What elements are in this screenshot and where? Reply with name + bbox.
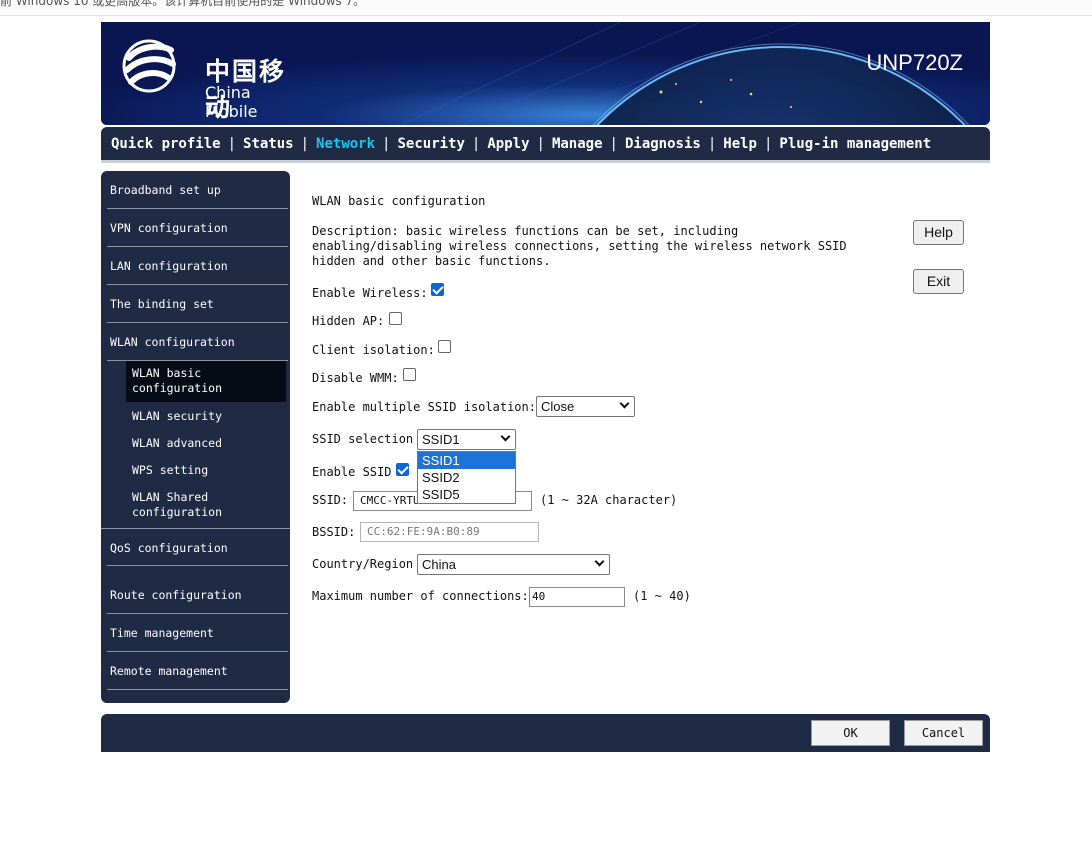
ssid-hint: (1 ~ 32A character)	[540, 493, 678, 507]
nav-item-help[interactable]: Help	[723, 136, 757, 152]
sidebar-sub-wlan-shared[interactable]: WLAN Shared configuration	[126, 490, 256, 520]
sidebar-item-time[interactable]: Time management	[101, 614, 290, 652]
chevron-down-icon	[500, 431, 511, 442]
disable-wmm-checkbox[interactable]	[403, 368, 416, 381]
nav-separator: |	[382, 135, 391, 152]
max-connections-input[interactable]: 40	[529, 587, 625, 607]
ok-button[interactable]: OK	[811, 720, 890, 746]
nav-item-apply[interactable]: Apply	[487, 136, 529, 152]
china-mobile-logo: 中国移动 China Mobile	[121, 36, 296, 122]
ssid-label: SSID:	[312, 493, 349, 507]
sidebar-item-wlan[interactable]: WLAN configuration	[101, 323, 290, 361]
device-model: UNP720Z	[866, 50, 963, 75]
nav-item-quick-profile[interactable]: Quick profile	[111, 136, 221, 152]
sidebar-sub-wps[interactable]: WPS setting	[126, 463, 286, 478]
sidebar-sub-wlan-advanced[interactable]: WLAN advanced	[126, 436, 286, 451]
hidden-ap-label: Hidden AP:	[312, 314, 385, 328]
max-connections-label: Maximum number of connections:	[312, 589, 529, 603]
sidebar-item-lan[interactable]: LAN configuration	[101, 247, 290, 285]
ssid-selection-select[interactable]: SSID1	[417, 429, 516, 450]
footer-bar: OK Cancel	[101, 714, 990, 752]
enable-ssid-label: Enable SSID	[312, 465, 392, 479]
sidebar-item-broadband[interactable]: Broadband set up	[101, 171, 290, 209]
nav-separator: |	[300, 135, 310, 152]
country-value: China	[422, 557, 456, 572]
cancel-button[interactable]: Cancel	[904, 720, 983, 746]
sidebar-item-binding[interactable]: The binding set	[101, 285, 290, 323]
china-mobile-emblem-icon	[122, 39, 176, 93]
browser-notice-text: 前 Windows 10 或更高版本。该计算机目前使用的是 Windows 7。	[0, 0, 366, 8]
sidebar-item-vpn[interactable]: VPN configuration	[101, 209, 290, 247]
nav-separator: |	[609, 135, 618, 152]
ssid-option-ssid1[interactable]: SSID1	[418, 452, 515, 469]
nav-item-security[interactable]: Security	[397, 136, 464, 152]
nav-separator: |	[471, 135, 481, 152]
sidebar-sub-wlan-basic[interactable]: WLAN basic configuration	[126, 361, 286, 402]
nav-item-manage[interactable]: Manage	[552, 136, 603, 152]
page-title: WLAN basic configuration	[312, 194, 486, 208]
bssid-label: BSSID:	[312, 525, 356, 539]
ssid-selection-value: SSID1	[422, 432, 460, 447]
ssid-selection-label: SSID selection	[312, 432, 414, 446]
main-navigation: Quick profile | Status | Network | Security | Ap…	[101, 127, 990, 163]
sidebar-item-remote[interactable]: Remote management	[101, 652, 290, 690]
ssid-option-ssid2[interactable]: SSID2	[418, 469, 515, 486]
country-label: Country/Region	[312, 557, 414, 571]
brand-name-en: China Mobile	[205, 83, 258, 121]
country-select[interactable]: China	[417, 554, 610, 575]
nav-item-network[interactable]: Network	[316, 136, 375, 152]
bssid-input: CC:62:FE:9A:B0:89	[360, 522, 539, 542]
ssid-isolation-value: Close	[541, 399, 575, 414]
ssid-isolation-label: Enable multiple SSID isolation:	[312, 400, 536, 414]
exit-button[interactable]: Exit	[913, 269, 964, 294]
ssid-isolation-select[interactable]: Close	[536, 396, 635, 417]
sidebar-item-route[interactable]: Route configuration	[101, 576, 290, 614]
chevron-down-icon	[594, 556, 605, 567]
nav-item-plug-in-management[interactable]: Plug-in management	[779, 136, 931, 152]
disable-wmm-label: Disable WMM:	[312, 371, 399, 385]
ssid-dropdown-list: SSID1 SSID2 SSID5	[417, 451, 516, 504]
sidebar-item-qos[interactable]: QoS configuration	[101, 528, 290, 566]
enable-ssid-checkbox[interactable]	[396, 463, 409, 476]
browser-notice-bar: 前 Windows 10 或更高版本。该计算机目前使用的是 Windows 7。	[0, 0, 1092, 16]
nav-item-diagnosis[interactable]: Diagnosis	[625, 136, 701, 152]
nav-separator: |	[536, 135, 545, 152]
client-isolation-label: Client isolation:	[312, 343, 435, 357]
header-banner: 中国移动 China Mobile UNP720Z	[101, 22, 990, 125]
enable-wireless-label: Enable Wireless:	[312, 286, 428, 300]
sidebar-sub-wlan-security[interactable]: WLAN security	[126, 409, 286, 424]
nav-separator: |	[227, 135, 237, 152]
hidden-ap-checkbox[interactable]	[389, 312, 402, 325]
chevron-down-icon	[619, 398, 630, 409]
help-button[interactable]: Help	[913, 220, 964, 245]
client-isolation-checkbox[interactable]	[438, 340, 451, 353]
nav-separator: |	[707, 135, 717, 152]
ssid-option-ssid5[interactable]: SSID5	[418, 486, 515, 503]
max-connections-hint: (1 ~ 40)	[633, 589, 691, 603]
nav-item-status[interactable]: Status	[243, 136, 294, 152]
nav-separator: |	[763, 135, 773, 152]
enable-wireless-checkbox[interactable]	[431, 283, 444, 296]
sidebar: Broadband set up VPN configuration LAN c…	[101, 171, 290, 703]
page-description: Description: basic wireless functions ca…	[312, 224, 847, 268]
